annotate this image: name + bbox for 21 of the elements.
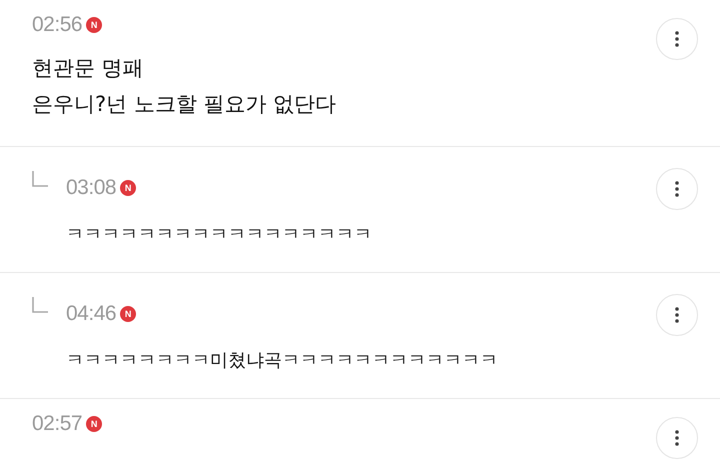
comment-text: ㅋㅋㅋㅋㅋㅋㅋㅋ미쳤냐곡ㅋㅋㅋㅋㅋㅋㅋㅋㅋㅋㅋㅋ xyxy=(66,349,499,373)
more-icon xyxy=(675,31,679,47)
comment-time: 02:56 xyxy=(32,13,82,37)
new-badge: N xyxy=(86,17,102,33)
comment-time: 04:46 xyxy=(66,302,116,326)
more-icon xyxy=(675,181,679,197)
more-options-button[interactable] xyxy=(656,294,698,336)
comment-time: 02:57 xyxy=(32,412,82,436)
new-badge: N xyxy=(86,416,102,432)
more-icon xyxy=(675,430,679,446)
new-badge: N xyxy=(120,180,136,196)
reply-indicator-icon xyxy=(32,171,48,187)
more-options-button[interactable] xyxy=(656,168,698,210)
comment-text: 현관문 명패 은우니?넌 노크할 필요가 없단다 xyxy=(32,55,338,118)
more-icon xyxy=(675,307,679,323)
more-options-button[interactable] xyxy=(656,417,698,459)
comment-text: ㅋㅋㅋㅋㅋㅋㅋㅋㅋㅋㅋㅋㅋㅋㅋㅋㅋ xyxy=(66,223,373,247)
more-options-button[interactable] xyxy=(656,18,698,60)
reply-indicator-icon xyxy=(32,297,48,313)
comment-time: 03:08 xyxy=(66,176,116,200)
new-badge: N xyxy=(120,306,136,322)
